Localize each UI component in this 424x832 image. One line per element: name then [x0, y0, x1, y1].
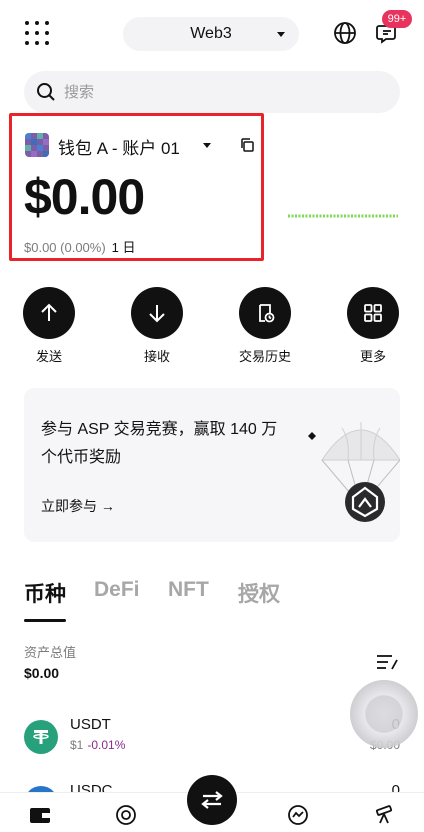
balance-sparkline: [288, 214, 398, 218]
change-value: $0.00 (0.00%): [24, 240, 106, 255]
tab-defi[interactable]: DeFi: [94, 578, 140, 602]
quick-actions: 发送 接收 交易历史 更多: [0, 287, 424, 367]
send-button[interactable]: 发送: [9, 287, 89, 365]
price-value: $1: [70, 738, 84, 752]
arrow-up-icon: [23, 287, 75, 339]
wallet-summary: 钱包 A - 账户 01 $0.00 $0.00 (0.00%) 1 日: [9, 113, 264, 261]
chevron-down-icon[interactable]: [203, 143, 211, 148]
copy-icon[interactable]: [239, 137, 255, 153]
tab-nft[interactable]: NFT: [168, 578, 209, 602]
wallet-icon[interactable]: [28, 803, 52, 827]
network-selector[interactable]: Web3: [123, 17, 299, 51]
notification-badge: 99+: [382, 10, 412, 28]
network-label: Web3: [190, 25, 232, 42]
earn-icon[interactable]: [286, 803, 310, 827]
balance-change: $0.00 (0.00%) 1 日: [24, 237, 136, 256]
history-button[interactable]: 交易历史: [225, 287, 305, 365]
token-price: $1 -0.01%: [70, 738, 125, 752]
promo-join-link[interactable]: 立即参与 →: [41, 496, 115, 516]
swap-button[interactable]: [187, 775, 237, 825]
wallet-name[interactable]: 钱包 A - 账户 01: [58, 134, 180, 159]
total-assets-value: $0.00: [24, 665, 60, 681]
top-bar: Web3 99+: [0, 0, 424, 66]
token-symbol: USDT: [70, 716, 111, 733]
discover-icon[interactable]: [114, 803, 138, 827]
search-icon: [37, 83, 55, 101]
usdt-icon: [24, 720, 58, 754]
price-change: -0.01%: [87, 738, 126, 752]
globe-icon[interactable]: [333, 21, 357, 45]
tab-approvals[interactable]: 授权: [238, 578, 280, 608]
asset-tabs: 币种 DeFi NFT 授权: [24, 578, 400, 618]
telescope-icon[interactable]: [372, 803, 396, 827]
period-selector[interactable]: 1 日: [112, 240, 136, 255]
more-button[interactable]: 更多: [333, 287, 413, 365]
more-label: 更多: [359, 349, 386, 364]
total-balance: $0.00: [24, 169, 145, 225]
grid-menu-icon[interactable]: [24, 20, 50, 46]
promo-banner[interactable]: 参与 ASP 交易竞赛，赢取 140 万个代币奖励 立即参与 →: [24, 388, 400, 542]
arrow-down-icon: [131, 287, 183, 339]
active-tab-indicator: [24, 619, 66, 622]
total-assets-label: 资产总值: [24, 645, 77, 660]
sort-filter-icon[interactable]: [376, 653, 398, 671]
airdrop-parachute-icon: [308, 422, 400, 522]
chevron-down-icon: [277, 32, 285, 37]
grid-icon: [347, 287, 399, 339]
history-label: 交易历史: [238, 349, 291, 364]
floating-assistant-button[interactable]: [350, 680, 418, 748]
promo-title: 参与 ASP 交易竞赛，赢取 140 万个代币奖励: [41, 421, 278, 466]
send-label: 发送: [35, 349, 62, 364]
history-icon: [239, 287, 291, 339]
search-input[interactable]: [64, 71, 384, 113]
tab-tokens[interactable]: 币种: [24, 578, 66, 608]
search-bar[interactable]: [24, 71, 400, 113]
swap-icon: [201, 791, 223, 809]
receive-button[interactable]: 接收: [117, 287, 197, 365]
wallet-avatar[interactable]: [25, 133, 49, 157]
receive-label: 接收: [143, 349, 170, 364]
token-row-usdt[interactable]: USDT $1-0.01% 0 $0.00: [24, 714, 400, 760]
